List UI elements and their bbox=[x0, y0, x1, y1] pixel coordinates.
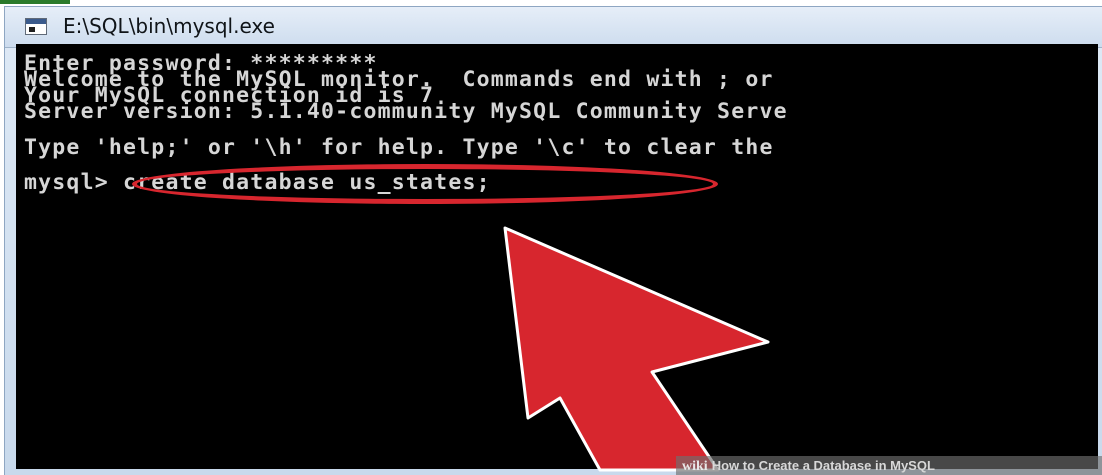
arrow-shape bbox=[503, 226, 770, 472]
pointer-arrow-icon bbox=[503, 226, 770, 472]
watermark: wiki How to Create a Database in MySQL bbox=[676, 456, 1102, 475]
screenshot-root: E:\SQL\bin\mysql.exe Enter password: ***… bbox=[0, 0, 1102, 475]
watermark-brand: wiki bbox=[682, 459, 708, 474]
watermark-text: How to Create a Database in MySQL bbox=[711, 458, 935, 473]
